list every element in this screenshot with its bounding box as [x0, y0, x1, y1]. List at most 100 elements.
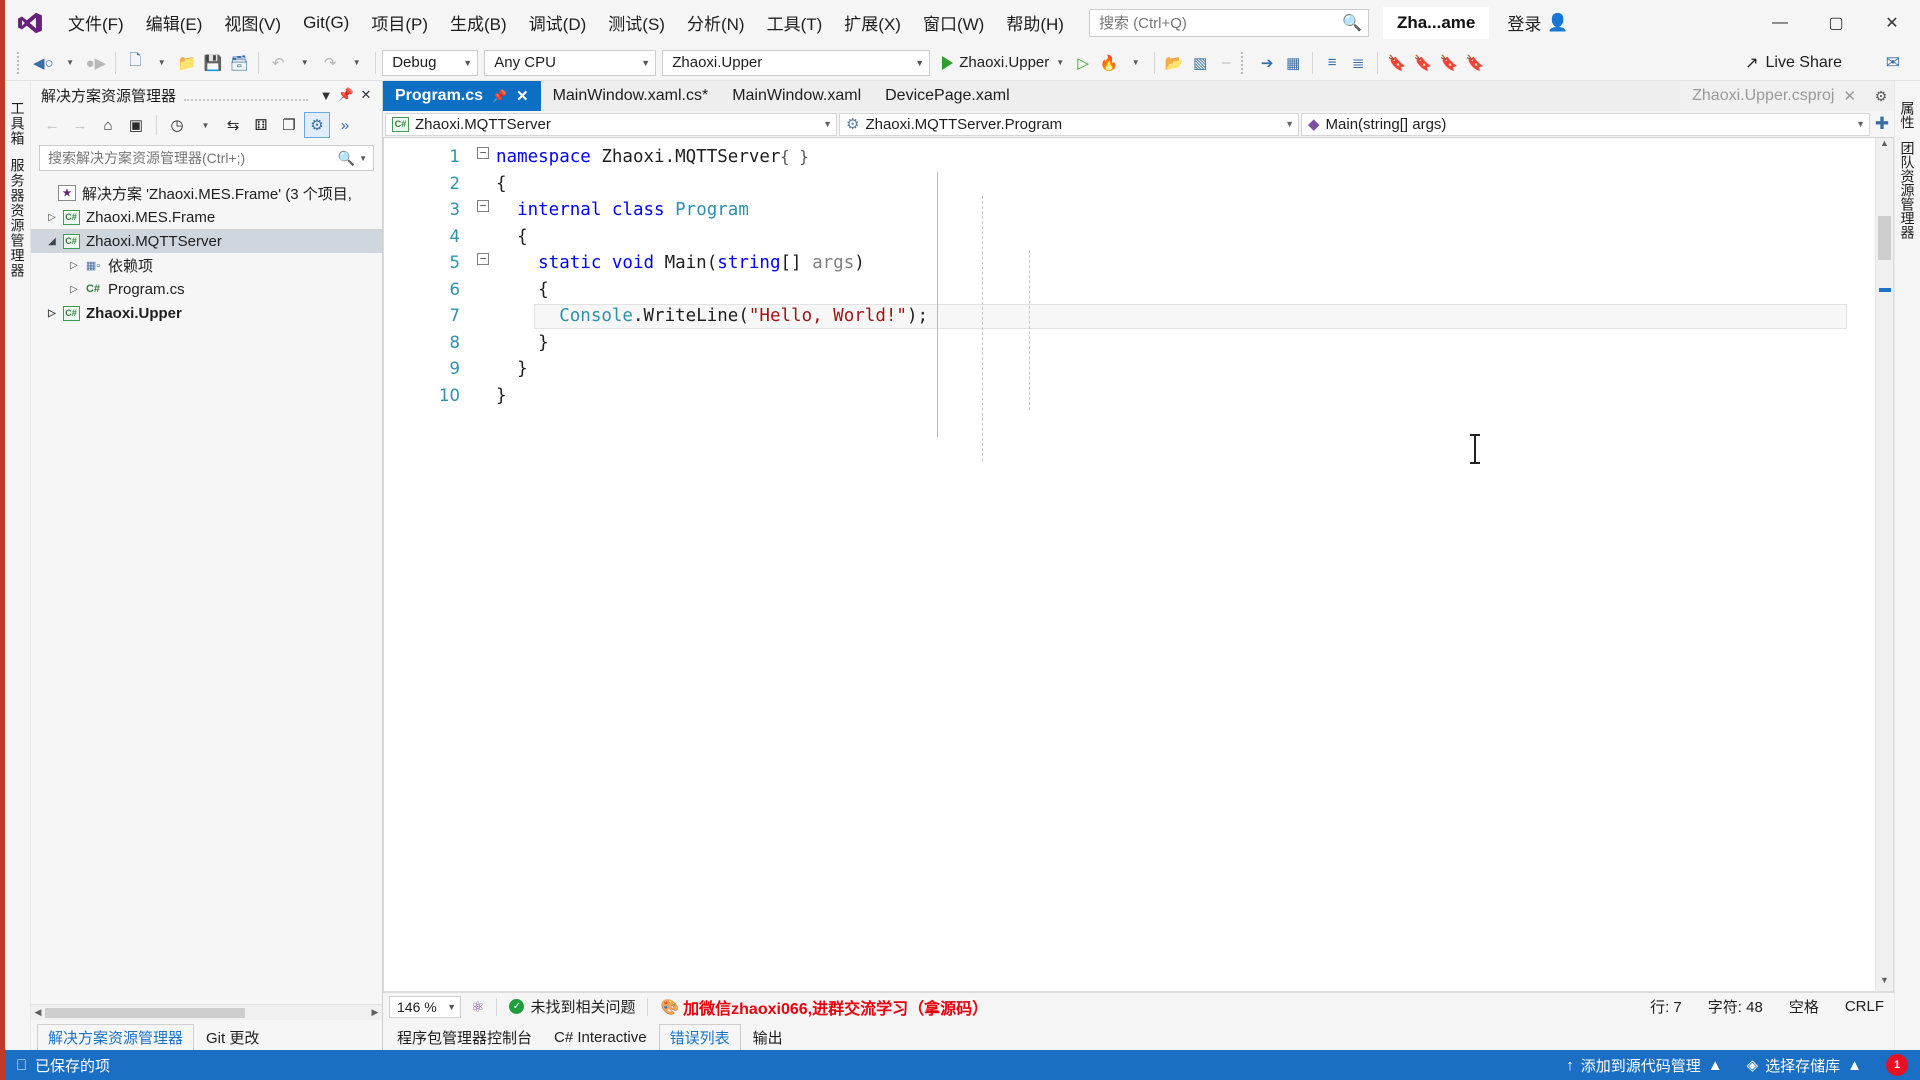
navbar-type-combo[interactable]: ⚙ Zhaoxi.MQTTServer.Program ▼ — [839, 112, 1299, 136]
solution-explorer-search-input[interactable]: 搜索解决方案资源管理器(Ctrl+;) 🔍 ▼ — [39, 145, 374, 171]
home-icon[interactable]: ⌂ — [95, 112, 121, 138]
add-to-source-control-button[interactable]: ↑ 添加到源代码管理 ▲ — [1554, 1050, 1734, 1080]
clear-bookmarks-icon[interactable]: 🔖 — [1462, 49, 1488, 77]
zoom-level-combo[interactable]: 146 % ▼ — [389, 995, 461, 1018]
hscroll-track[interactable] — [45, 1007, 368, 1018]
hscroll-thumb[interactable] — [45, 1007, 246, 1018]
start-debugging-button[interactable]: Zhaoxi.Upper ▼ — [936, 49, 1070, 77]
back-dropdown-icon[interactable]: ▼ — [57, 49, 83, 77]
forward-icon[interactable]: → — [67, 112, 93, 138]
code-line[interactable]: 2{ — [384, 171, 1875, 198]
redo-icon[interactable]: ↷ — [317, 49, 343, 77]
previous-bookmark-icon[interactable]: 🔖 — [1410, 49, 1436, 77]
menu-help[interactable]: 帮助(H) — [995, 4, 1075, 41]
fold-toggle-icon[interactable]: − — [470, 197, 496, 212]
code-line[interactable]: 4 { — [384, 224, 1875, 251]
hot-reload-flame-icon[interactable]: 🔥 — [1096, 49, 1122, 77]
tab-package-manager-console[interactable]: 程序包管理器控制台 — [387, 1024, 542, 1050]
intellicode-icon[interactable]: ⚛ — [471, 998, 484, 1016]
startup-project-combo[interactable]: Zhaoxi.Upper ▼ — [662, 49, 931, 76]
close-icon[interactable]: ✕ — [516, 87, 529, 105]
tab-zhaoxi-upper-csproj[interactable]: Zhaoxi.Upper.csproj ✕ — [1680, 81, 1868, 111]
editor-vertical-scrollbar[interactable]: ▲ ▼ — [1875, 138, 1893, 991]
quick-launch-search[interactable]: 搜索 (Ctrl+Q) 🔍 — [1088, 8, 1369, 37]
scroll-up-arrow-icon[interactable]: ▲ — [1876, 138, 1893, 154]
new-project-dropdown-icon[interactable]: ▼ — [148, 49, 174, 77]
twisty-icon[interactable]: ▷ — [43, 308, 61, 319]
tab-solution-explorer[interactable]: 解决方案资源管理器 — [37, 1024, 195, 1050]
pin-icon[interactable]: 📌 — [336, 87, 356, 103]
menu-analyze[interactable]: 分析(N) — [676, 4, 756, 41]
comment-icon[interactable]: ≡ — [1319, 49, 1345, 77]
selection-icon[interactable]: 📂 — [1161, 49, 1187, 77]
close-icon[interactable]: ✕ — [356, 87, 376, 103]
toolbar-grip-2[interactable] — [1241, 51, 1249, 74]
team-explorer-tab[interactable]: 团队资源管理器 — [1895, 135, 1920, 245]
hot-reload-dropdown-icon[interactable]: ▼ — [1122, 49, 1148, 77]
code-surface[interactable]: { } 1− namespace Zhaoxi.MQTTServer 2{3− in… — [384, 138, 1875, 991]
notifications-button[interactable]: 1 — [1874, 1050, 1920, 1080]
pointer-icon[interactable]: ➔ — [1254, 49, 1280, 77]
close-button[interactable]: ✕ — [1864, 0, 1920, 45]
bookmark-icon[interactable]: 🔖 — [1384, 49, 1410, 77]
plus-icon[interactable]: ✚ — [1872, 114, 1892, 134]
back-icon[interactable]: ← — [39, 112, 65, 138]
history-clock-icon[interactable]: ◷ — [164, 112, 190, 138]
code-line[interactable]: 9 } — [384, 356, 1875, 383]
tree-item-mqttserver[interactable]: ◢ C# Zhaoxi.MQTTServer — [31, 229, 382, 253]
next-bookmark-icon[interactable]: 🔖 — [1436, 49, 1462, 77]
feedback-icon[interactable]: ✉ — [1886, 53, 1900, 73]
twisty-icon[interactable]: ▷ — [43, 212, 61, 223]
menu-project[interactable]: 项目(P) — [360, 4, 439, 41]
menu-test[interactable]: 测试(S) — [597, 4, 676, 41]
undo-dropdown-icon[interactable]: ▼ — [291, 49, 317, 77]
gear-icon[interactable]: ⚙ — [1868, 81, 1894, 111]
twisty-icon[interactable]: ▷ — [65, 284, 83, 295]
tab-git-changes[interactable]: Git 更改 — [196, 1024, 269, 1050]
scroll-right-arrow-icon[interactable]: ▶ — [368, 1007, 382, 1018]
solution-platform-combo[interactable]: Any CPU ▼ — [484, 49, 657, 76]
close-icon[interactable]: ✕ — [1843, 87, 1856, 105]
tab-program-cs[interactable]: Program.cs 📌 ✕ — [383, 81, 541, 111]
properties-icon[interactable]: ⚙ — [304, 112, 330, 138]
zoom-out-icon[interactable]: – — [1213, 49, 1239, 77]
minimize-button[interactable]: — — [1752, 0, 1808, 45]
twisty-icon[interactable]: ◢ — [43, 236, 61, 247]
code-line[interactable]: 3− internal class Program — [384, 197, 1875, 224]
tab-devicepage-xaml[interactable]: DevicePage.xaml — [873, 81, 1022, 111]
open-folder-icon[interactable]: 📁 — [174, 49, 200, 77]
menu-view[interactable]: 视图(V) — [213, 4, 292, 41]
sx-overflow-icon[interactable]: » — [332, 112, 358, 138]
live-preview-icon[interactable]: ▧ — [1187, 49, 1213, 77]
fold-toggle-icon[interactable]: − — [470, 250, 496, 265]
tab-csharp-interactive[interactable]: C# Interactive — [544, 1024, 657, 1050]
pin-icon[interactable]: 📌 — [492, 89, 507, 103]
solution-configuration-combo[interactable]: Debug ▼ — [382, 49, 479, 76]
tree-item-upper[interactable]: ▷ C# Zhaoxi.Upper — [31, 301, 382, 325]
code-line[interactable]: 8 } — [384, 330, 1875, 357]
navigate-forward-icon[interactable]: ●▶ — [83, 49, 110, 77]
fold-toggle-icon[interactable]: − — [470, 144, 496, 159]
code-line[interactable]: 10} — [384, 383, 1875, 410]
pending-changes-icon[interactable]: ▣ — [123, 112, 149, 138]
chevron-down-icon[interactable]: ▼ — [316, 88, 336, 103]
select-repository-button[interactable]: ◈ 选择存储库 ▲ — [1735, 1050, 1874, 1080]
navbar-project-combo[interactable]: C# Zhaoxi.MQTTServer ▼ — [385, 112, 837, 136]
menu-tools[interactable]: 工具(T) — [756, 4, 834, 41]
maximize-button[interactable]: ▢ — [1808, 0, 1864, 45]
scroll-down-arrow-icon[interactable]: ▼ — [1876, 975, 1893, 991]
tree-item-mes-frame[interactable]: ▷ C# Zhaoxi.MES.Frame — [31, 205, 382, 229]
new-project-icon[interactable]: 🗋 — [122, 49, 148, 77]
navbar-member-combo[interactable]: ◆ Main(string[] args) ▼ — [1301, 112, 1870, 136]
code-line[interactable]: 7 Console.WriteLine("Hello, World!"); — [384, 303, 1875, 330]
menu-edit[interactable]: 编辑(E) — [135, 4, 214, 41]
toolbox-tab[interactable]: 工具箱 — [5, 95, 31, 152]
menu-window[interactable]: 窗口(W) — [912, 4, 995, 41]
vscroll-thumb[interactable] — [1878, 216, 1891, 260]
chevron-down-icon[interactable]: ▼ — [359, 154, 367, 163]
properties-tab[interactable]: 属性 — [1895, 95, 1920, 135]
code-editor[interactable]: { } 1− namespace Zhaoxi.MQTTServer 2{3− in… — [383, 138, 1894, 992]
tab-error-list[interactable]: 错误列表 — [658, 1024, 741, 1050]
live-share-button[interactable]: ↗ Live Share — [1745, 53, 1842, 73]
redo-dropdown-icon[interactable]: ▼ — [343, 49, 369, 77]
